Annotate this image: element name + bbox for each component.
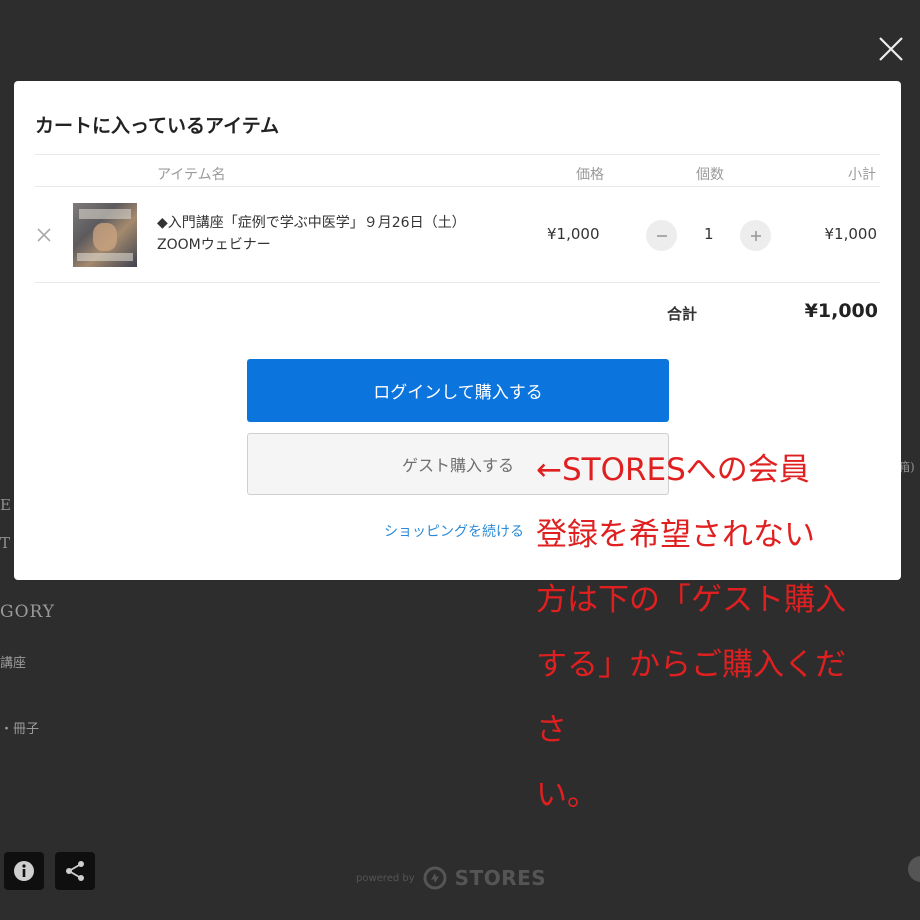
annotation-line: い。 — [536, 777, 598, 813]
annotation-line: する」からご購入くださ — [536, 647, 846, 748]
powered-by-stores[interactable]: powered by STORES — [356, 866, 546, 890]
divider — [35, 154, 880, 155]
stores-logo-icon — [423, 866, 447, 890]
close-icon[interactable] — [876, 34, 906, 64]
login-purchase-button[interactable]: ログインして購入する — [247, 359, 669, 422]
remove-item-icon[interactable] — [36, 227, 52, 243]
item-name[interactable]: ◆入門講座「症例で学ぶ中医学」９月26日（土） ZOOMウェビナー — [157, 212, 466, 256]
guest-purchase-annotation: ←STORESへの会員 登録を希望されない 方は下の「ゲスト購入 する」からご購… — [536, 438, 866, 828]
minus-icon — [656, 234, 667, 237]
corner-button[interactable] — [908, 856, 920, 882]
continue-shopping-link[interactable]: ショッピングを続ける — [384, 521, 524, 541]
column-header-price: 価格 — [576, 167, 604, 183]
item-name-line1: ◆入門講座「症例で学ぶ中医学」９月26日（土） — [157, 215, 466, 231]
column-header-qty: 個数 — [696, 167, 724, 183]
item-price: ¥1,000 — [547, 225, 600, 243]
background-fragment: T — [0, 534, 11, 552]
share-icon — [66, 861, 84, 881]
total-label: 合計 — [667, 305, 698, 323]
category-heading: GORY — [0, 602, 56, 622]
background-fragment: E — [0, 496, 11, 514]
annotation-line: 登録を希望されない — [536, 517, 815, 553]
quantity-value: 1 — [704, 225, 714, 243]
annotation-line: 方は下の「ゲスト購入 — [536, 582, 846, 618]
category-item[interactable]: 講座 — [0, 652, 26, 671]
item-subtotal: ¥1,000 — [824, 225, 878, 243]
info-button[interactable] — [4, 852, 44, 890]
divider — [35, 186, 880, 187]
stores-brand: STORES — [454, 866, 547, 890]
total-value: ¥1,000 — [804, 300, 878, 322]
modal-title: カートに入っているアイテム — [35, 115, 280, 137]
column-header-subtotal: 小計 — [848, 167, 876, 183]
item-name-line2: ZOOMウェビナー — [157, 237, 271, 253]
divider — [35, 282, 880, 283]
decrease-qty-button[interactable] — [646, 220, 677, 251]
increase-qty-button[interactable] — [740, 220, 771, 251]
item-thumbnail[interactable] — [73, 203, 137, 267]
annotation-line: ←STORESへの会員 — [536, 452, 810, 488]
category-item[interactable]: ・冊子 — [0, 718, 39, 737]
info-icon — [14, 861, 34, 881]
plus-icon — [750, 230, 761, 241]
powered-by-label: powered by — [356, 872, 415, 884]
share-button[interactable] — [55, 852, 95, 890]
column-header-item: アイテム名 — [157, 167, 226, 183]
